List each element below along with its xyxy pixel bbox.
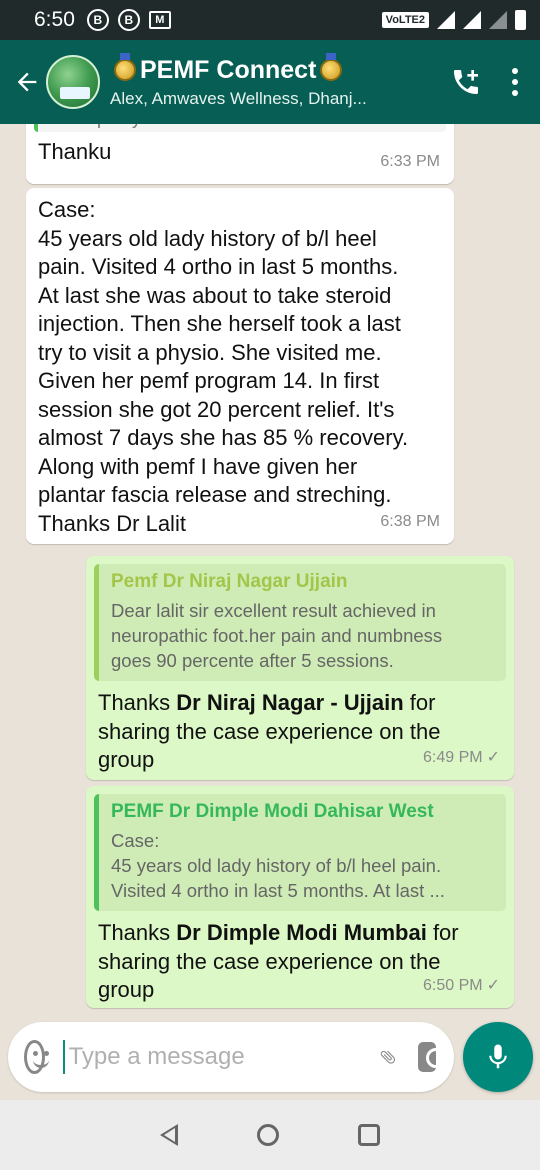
message-line: Given her pemf program 14. In first bbox=[38, 368, 380, 393]
volte-badge: VoLTE2 bbox=[381, 12, 429, 28]
quoted-text: Dear lalit sir excellent result achieved… bbox=[111, 598, 496, 673]
message-time: 6:50 PM bbox=[423, 976, 483, 994]
chat-title: PEMF Connect bbox=[140, 55, 317, 84]
chat-title-area[interactable]: PEMF Connect Alex, Amwaves Wellness, Dha… bbox=[110, 53, 450, 109]
status-time: 6:50 bbox=[34, 8, 75, 31]
message-line: injection. Then she herself took a last bbox=[38, 311, 401, 336]
back-button[interactable] bbox=[8, 68, 46, 96]
add-call-icon bbox=[454, 70, 478, 94]
message-line: Along with pemf I have given her bbox=[38, 453, 358, 479]
quoted-message[interactable]: Pemf Dr Niraj Nagar Ujjain Dear lalit si… bbox=[94, 564, 506, 681]
message-line: sharing the case experience on the bbox=[98, 718, 441, 744]
text-segment: for bbox=[403, 690, 436, 715]
medal-icon bbox=[320, 53, 343, 81]
paperclip-icon[interactable] bbox=[379, 1040, 397, 1074]
message-input[interactable] bbox=[62, 1040, 379, 1074]
chat-title-row: PEMF Connect bbox=[110, 53, 450, 85]
message-list[interactable]: Neuropathy Thanku 6:33 PM Case: 45 years… bbox=[0, 124, 540, 1020]
signal-icon bbox=[463, 11, 481, 29]
quoted-line: goes 90 percente after 5 sessions. bbox=[111, 650, 394, 671]
message-line: try to visit a physio. She visited me. bbox=[38, 339, 382, 365]
add-call-button[interactable] bbox=[450, 66, 482, 98]
more-options-button[interactable] bbox=[512, 68, 518, 96]
quoted-message-fragment: Neuropathy bbox=[34, 124, 446, 132]
status-right: VoLTE2 bbox=[381, 10, 526, 30]
mic-icon bbox=[489, 1044, 507, 1069]
medal-icon bbox=[114, 53, 136, 81]
text-segment: Thanks bbox=[98, 690, 177, 715]
text-segment: for bbox=[426, 920, 459, 945]
message-bubble-outgoing[interactable]: Pemf Dr Niraj Nagar Ujjain Dear lalit si… bbox=[86, 556, 514, 780]
message-bubble-incoming[interactable]: Neuropathy Thanku 6:33 PM bbox=[26, 124, 454, 184]
message-meta: 6:49 PM ✓ bbox=[423, 744, 500, 773]
notification-b-icon: B bbox=[117, 9, 140, 31]
gmail-icon: M bbox=[148, 11, 171, 29]
message-line: Thanks Dr Dimple Modi Mumbai for bbox=[98, 919, 502, 948]
emoji-icon[interactable] bbox=[24, 1040, 49, 1074]
quoted-message[interactable]: PEMF Dr Dimple Modi Dahisar West Case: 4… bbox=[94, 794, 506, 911]
message-time: 6:38 PM bbox=[380, 512, 440, 530]
quoted-line: 45 years old lady history of b/l heel pa… bbox=[111, 855, 442, 876]
message-line: 45 years old lady history of b/l heel bbox=[38, 225, 377, 251]
wifi-icon bbox=[437, 11, 455, 29]
battery-icon bbox=[515, 10, 526, 30]
group-avatar[interactable] bbox=[46, 55, 100, 109]
nav-recents-icon[interactable] bbox=[358, 1124, 381, 1146]
quoted-line: Case: bbox=[111, 830, 160, 851]
sent-check-icon: ✓ bbox=[486, 976, 500, 994]
bold-mention: Dr Niraj Nagar - Ujjain bbox=[176, 690, 404, 715]
message-line: almost 7 days she has 85 % recovery. bbox=[38, 425, 409, 450]
message-line: Case: bbox=[38, 197, 96, 222]
message-time: 6:49 PM bbox=[423, 748, 483, 766]
text-segment: Thanks bbox=[98, 920, 177, 945]
bold-mention: Dr Dimple Modi Mumbai bbox=[176, 920, 427, 945]
chat-header: PEMF Connect Alex, Amwaves Wellness, Dha… bbox=[0, 40, 540, 124]
camera-icon[interactable] bbox=[418, 1042, 446, 1072]
system-nav-bar bbox=[0, 1100, 540, 1170]
quoted-line: neuropathic foot.her pain and numbness bbox=[111, 625, 443, 646]
message-line: At last she was about to take steroid bbox=[38, 282, 392, 308]
arrow-left-icon bbox=[17, 72, 37, 92]
nav-home-icon[interactable] bbox=[256, 1124, 279, 1146]
voice-message-button[interactable] bbox=[463, 1022, 533, 1092]
quoted-line: Visited 4 ortho in last 5 months. At las… bbox=[111, 880, 445, 901]
message-meta: 6:50 PM ✓ bbox=[423, 972, 500, 1001]
chat-participants: Alex, Amwaves Wellness, Dhanj... bbox=[110, 88, 367, 108]
message-line: session she got 20 percent relief. It's bbox=[38, 396, 395, 422]
nav-back-icon[interactable] bbox=[159, 1124, 178, 1146]
message-line: pain. Visited 4 ortho in last 5 months. bbox=[38, 254, 399, 279]
quoted-text: Neuropathy bbox=[38, 124, 446, 132]
status-bar: 6:50 B B M VoLTE2 bbox=[0, 0, 540, 40]
message-line: Thanks Dr Niraj Nagar - Ujjain for bbox=[98, 689, 502, 718]
quoted-author: PEMF Dr Dimple Modi Dahisar West bbox=[111, 801, 434, 822]
quoted-text: Case: 45 years old lady history of b/l h… bbox=[111, 828, 496, 903]
notification-b-icon: B bbox=[86, 9, 109, 31]
header-actions bbox=[450, 66, 518, 98]
signal-icon-2 bbox=[489, 11, 507, 29]
message-composer bbox=[8, 1022, 454, 1092]
message-time: 6:33 PM bbox=[380, 152, 440, 170]
more-vert-icon bbox=[512, 68, 518, 74]
message-line: plantar fascia release and streching. bbox=[38, 482, 392, 507]
quoted-line: Dear lalit sir excellent result achieved… bbox=[111, 600, 436, 621]
message-bubble-outgoing[interactable]: PEMF Dr Dimple Modi Dahisar West Case: 4… bbox=[86, 786, 514, 1008]
message-text: Case: 45 years old lady history of b/l h… bbox=[26, 188, 454, 538]
sent-check-icon: ✓ bbox=[486, 748, 500, 766]
message-bubble-incoming[interactable]: Case: 45 years old lady history of b/l h… bbox=[26, 188, 454, 544]
quoted-author: Pemf Dr Niraj Nagar Ujjain bbox=[111, 571, 348, 592]
